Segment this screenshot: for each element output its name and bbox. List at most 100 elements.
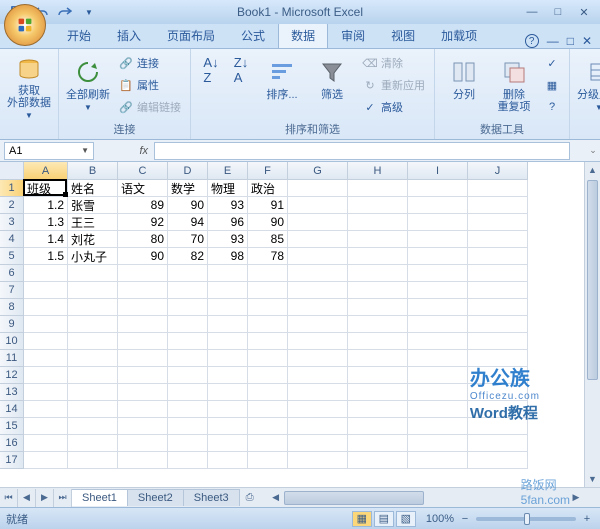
cell[interactable]: 1.4 (24, 231, 68, 248)
row-header[interactable]: 3 (0, 214, 24, 231)
refresh-all-button[interactable]: 全部刷新 ▼ (65, 53, 111, 119)
cell[interactable]: 96 (208, 214, 248, 231)
zoom-in-button[interactable]: + (580, 512, 594, 526)
cell[interactable] (118, 452, 168, 469)
cell[interactable] (288, 180, 348, 197)
doc-close-button[interactable]: ✕ (582, 34, 592, 48)
outline-button[interactable]: 分级显示 ▼ (576, 53, 600, 119)
cell[interactable] (208, 333, 248, 350)
whatif-button[interactable]: ? (541, 97, 563, 117)
zoom-knob[interactable] (524, 513, 530, 525)
reapply-button[interactable]: ↻重新应用 (359, 75, 428, 95)
help-icon[interactable]: ? (525, 34, 539, 48)
cell[interactable] (248, 333, 288, 350)
cell[interactable] (408, 452, 468, 469)
get-external-data-button[interactable]: 获取 外部数据 ▼ (6, 53, 52, 119)
cell[interactable] (468, 265, 528, 282)
cell[interactable] (24, 452, 68, 469)
cell[interactable] (68, 282, 118, 299)
cell[interactable] (68, 401, 118, 418)
cell[interactable] (408, 214, 468, 231)
cell[interactable] (348, 333, 408, 350)
cell[interactable] (68, 316, 118, 333)
office-button[interactable] (4, 4, 46, 46)
scroll-left-icon[interactable]: ◀ (268, 490, 284, 506)
cell[interactable] (24, 435, 68, 452)
cell[interactable] (24, 367, 68, 384)
ribbon-tab-2[interactable]: 页面布局 (154, 22, 228, 48)
row-header[interactable]: 11 (0, 350, 24, 367)
cell[interactable] (168, 282, 208, 299)
zoom-out-button[interactable]: − (458, 512, 472, 526)
row-header[interactable]: 10 (0, 333, 24, 350)
cell[interactable]: 张雪 (68, 197, 118, 214)
cell[interactable] (24, 418, 68, 435)
cell[interactable] (348, 248, 408, 265)
ribbon-tab-4[interactable]: 数据 (278, 22, 328, 48)
horizontal-scrollbar[interactable]: ◀ ▶ (268, 490, 584, 506)
cell[interactable] (24, 350, 68, 367)
cell[interactable] (68, 350, 118, 367)
cell[interactable] (208, 350, 248, 367)
cell[interactable]: 80 (118, 231, 168, 248)
cell[interactable] (168, 401, 208, 418)
cell[interactable] (348, 435, 408, 452)
sheet-tab[interactable]: Sheet1 (72, 489, 128, 506)
cell[interactable]: 刘花 (68, 231, 118, 248)
cell[interactable] (208, 435, 248, 452)
cell[interactable] (408, 350, 468, 367)
cell[interactable] (468, 299, 528, 316)
cell[interactable] (248, 418, 288, 435)
cell[interactable] (248, 265, 288, 282)
redo-icon[interactable] (56, 3, 74, 21)
qat-dropdown-icon[interactable]: ▼ (80, 3, 98, 21)
cell[interactable] (68, 265, 118, 282)
properties-button[interactable]: 📋属性 (115, 75, 184, 95)
sort-asc-button[interactable]: A↓Z (197, 53, 225, 85)
scroll-thumb[interactable] (587, 180, 598, 380)
spreadsheet-grid[interactable]: ABCDEFGHIJ 1234567891011121314151617 班级姓… (0, 162, 600, 487)
cell[interactable] (24, 316, 68, 333)
cell[interactable] (288, 299, 348, 316)
tab-nav-prev[interactable]: ◀ (18, 489, 36, 507)
column-header[interactable]: D (168, 162, 208, 180)
cell[interactable] (208, 316, 248, 333)
clear-filter-button[interactable]: ⌫清除 (359, 53, 428, 73)
cell[interactable]: 王三 (68, 214, 118, 231)
cell[interactable] (118, 333, 168, 350)
cell[interactable] (468, 282, 528, 299)
cell[interactable]: 物理 (208, 180, 248, 197)
cell[interactable]: 92 (118, 214, 168, 231)
cell[interactable] (408, 418, 468, 435)
cell[interactable] (68, 435, 118, 452)
cell[interactable] (288, 384, 348, 401)
cell[interactable] (118, 384, 168, 401)
scroll-up-icon[interactable]: ▲ (585, 162, 600, 178)
cell[interactable] (408, 282, 468, 299)
chevron-down-icon[interactable]: ▼ (81, 146, 89, 155)
new-sheet-button[interactable]: ⎙ (240, 490, 260, 505)
normal-view-button[interactable]: ▦ (352, 511, 372, 527)
cell[interactable] (408, 333, 468, 350)
cell[interactable]: 政治 (248, 180, 288, 197)
cell[interactable] (348, 180, 408, 197)
cell[interactable] (468, 333, 528, 350)
cell[interactable] (68, 418, 118, 435)
cell[interactable] (24, 282, 68, 299)
cell[interactable] (168, 299, 208, 316)
cell[interactable]: 小丸子 (68, 248, 118, 265)
cell[interactable] (408, 401, 468, 418)
cell[interactable] (248, 350, 288, 367)
cell[interactable] (68, 299, 118, 316)
cell[interactable] (168, 418, 208, 435)
sheet-tab[interactable]: Sheet2 (128, 489, 184, 506)
cell[interactable]: 1.2 (24, 197, 68, 214)
cell[interactable] (288, 231, 348, 248)
cell[interactable] (288, 401, 348, 418)
cell[interactable]: 姓名 (68, 180, 118, 197)
cell[interactable]: 91 (248, 197, 288, 214)
row-header[interactable]: 12 (0, 367, 24, 384)
cell[interactable] (248, 367, 288, 384)
sheet-tab[interactable]: Sheet3 (184, 489, 240, 506)
cell[interactable]: 98 (208, 248, 248, 265)
